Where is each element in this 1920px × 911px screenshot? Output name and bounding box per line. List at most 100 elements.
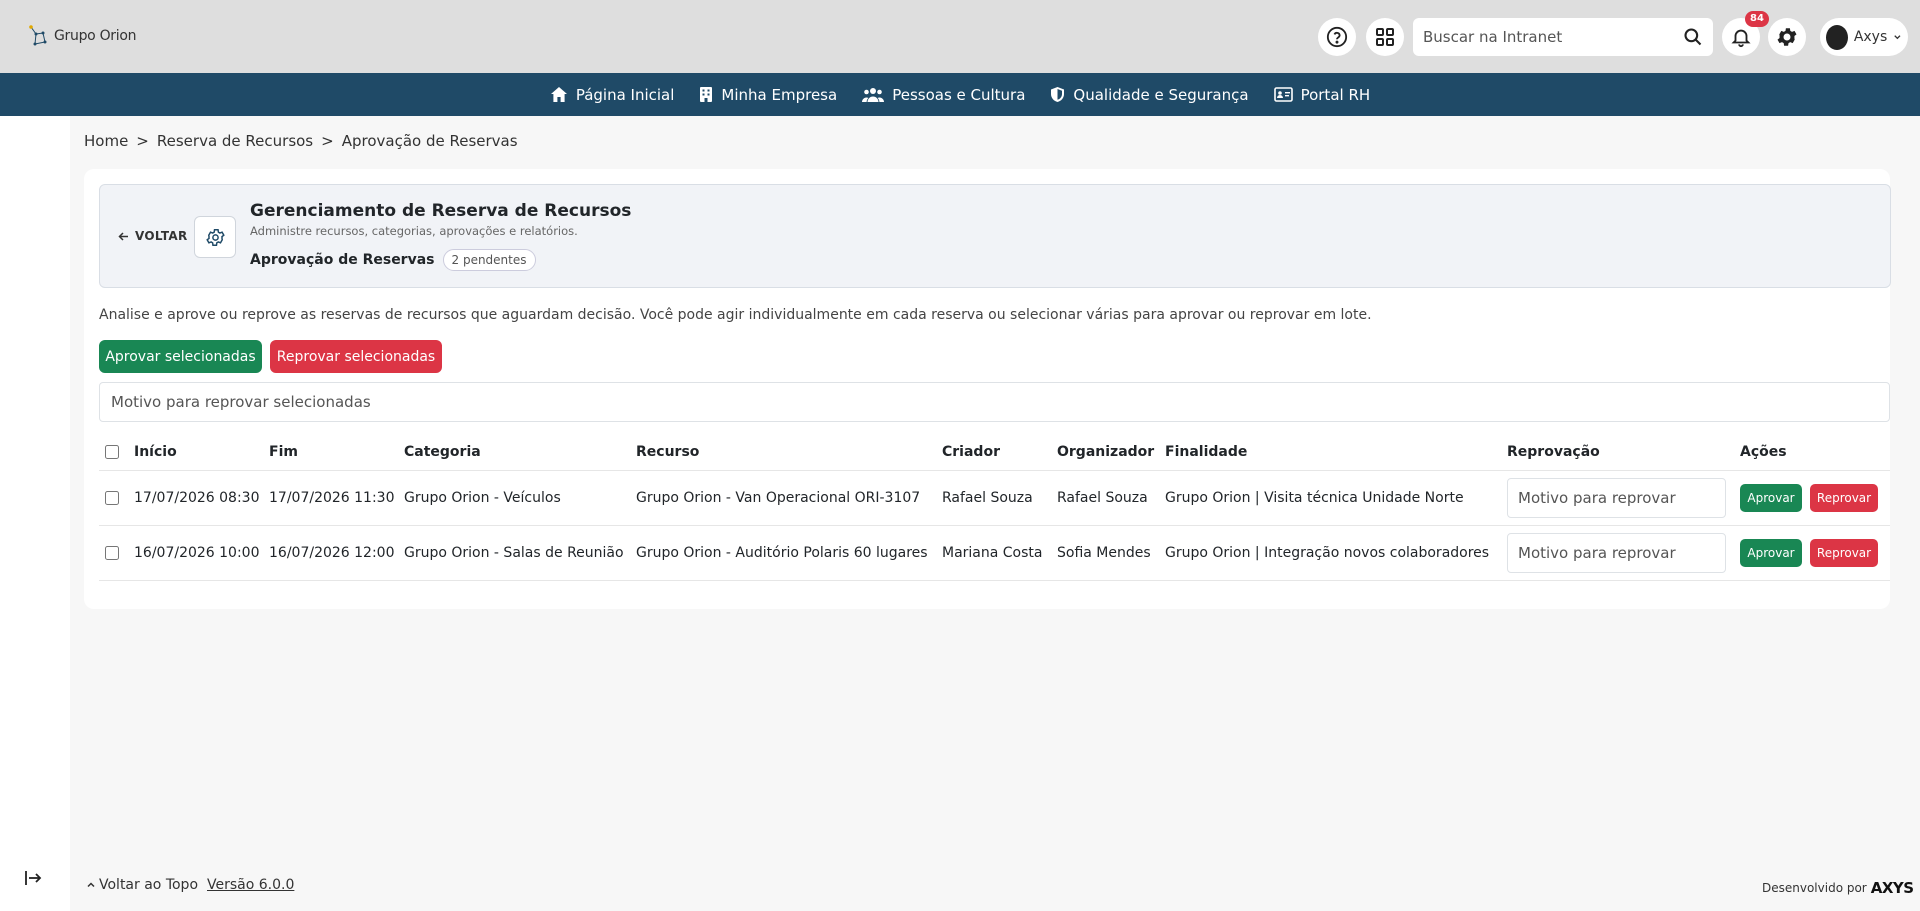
- cell-reprovacao: [1507, 471, 1726, 525]
- back-to-top-label: Voltar ao Topo: [99, 877, 199, 893]
- approve-selected-button[interactable]: Aprovar selecionadas: [99, 340, 262, 373]
- breadcrumb-home[interactable]: Home: [84, 132, 128, 150]
- search-box: [1413, 18, 1713, 56]
- breadcrumb-separator: >: [136, 132, 149, 150]
- cell-acoes: Aprovar Reprovar: [1740, 526, 1878, 580]
- column-header-criador[interactable]: Criador: [942, 434, 1000, 470]
- id-card-icon: [1273, 87, 1293, 102]
- logo-text: Grupo Orion: [54, 28, 137, 44]
- apps-grid-button[interactable]: [1366, 18, 1404, 56]
- expand-sidebar-icon[interactable]: [23, 868, 43, 888]
- pending-badge: 2 pendentes: [442, 249, 536, 271]
- column-header-reprovacao: Reprovação: [1507, 444, 1600, 460]
- module-icon-box: [194, 216, 236, 258]
- people-icon: [862, 87, 885, 102]
- reject-reason-input[interactable]: [1507, 478, 1726, 518]
- select-all-cell: [105, 434, 119, 470]
- back-to-top-link[interactable]: Voltar ao Topo: [87, 877, 198, 893]
- page-subtitle: Administre recursos, categorias, aprovaç…: [250, 224, 578, 238]
- nav-item-pagina-inicial[interactable]: Página Inicial: [550, 85, 675, 104]
- shield-icon: [1051, 87, 1065, 102]
- page-title: Gerenciamento de Reserva de Recursos: [250, 201, 632, 221]
- chevron-down-icon: [1894, 35, 1901, 40]
- reservations-table: Início Fim Categoria Recurso Criador Org…: [99, 434, 1890, 581]
- settings-button[interactable]: [1768, 18, 1806, 56]
- left-rail: [0, 116, 70, 911]
- table-row: 16/07/2026 10:00 16/07/2026 12:00 Grupo …: [99, 526, 1890, 581]
- column-header-finalidade[interactable]: Finalidade: [1165, 434, 1247, 470]
- cell-criador: Rafael Souza: [942, 490, 1033, 506]
- section-title-text: Aprovação de Reservas: [250, 252, 435, 268]
- notifications-badge: 84: [1745, 11, 1769, 27]
- cell-recurso: Grupo Orion - Auditório Polaris 60 lugar…: [636, 545, 928, 561]
- cell-categoria: Grupo Orion - Veículos: [404, 490, 561, 506]
- cell-inicio: 17/07/2026 08:30: [134, 490, 260, 506]
- column-header-acoes: Ações: [1740, 444, 1787, 460]
- breadcrumb: Home > Reserva de Recursos > Aprovação d…: [84, 132, 518, 150]
- table-row: 17/07/2026 08:30 17/07/2026 11:30 Grupo …: [99, 471, 1890, 526]
- gear-icon: [205, 228, 225, 246]
- row-select-cell: [105, 526, 119, 580]
- column-header-inicio[interactable]: Início: [134, 434, 177, 470]
- avatar: [1826, 24, 1848, 50]
- cell-finalidade: Grupo Orion | Visita técnica Unidade Nor…: [1165, 490, 1464, 506]
- main-navbar: Página Inicial Minha Empresa Pessoas e C…: [0, 73, 1920, 116]
- reject-button[interactable]: Reprovar: [1810, 539, 1878, 567]
- cell-inicio: 16/07/2026 10:00: [134, 545, 260, 561]
- nav-item-pessoas-e-cultura[interactable]: Pessoas e Cultura: [862, 86, 1025, 104]
- nav-item-minha-empresa[interactable]: Minha Empresa: [699, 86, 837, 104]
- nav-item-label: Página Inicial: [575, 85, 675, 104]
- cell-recurso: Grupo Orion - Van Operacional ORI-3107: [636, 490, 921, 506]
- search-icon[interactable]: [1683, 27, 1703, 47]
- reject-button[interactable]: Reprovar: [1810, 484, 1878, 512]
- developed-by-label: Desenvolvido por: [1762, 881, 1867, 895]
- section-title: Aprovação de Reservas 2 pendentes: [250, 249, 536, 271]
- help-button[interactable]: [1318, 18, 1356, 56]
- column-header-organizador[interactable]: Organizador: [1057, 434, 1154, 470]
- back-button[interactable]: VOLTAR: [118, 229, 188, 243]
- row-checkbox[interactable]: [105, 546, 119, 560]
- select-all-checkbox[interactable]: [105, 445, 119, 459]
- company-logo[interactable]: Grupo Orion: [28, 24, 136, 48]
- breadcrumb-current: Aprovação de Reservas: [341, 132, 518, 150]
- question-circle-icon: [1326, 26, 1348, 48]
- cell-fim: 16/07/2026 12:00: [269, 545, 395, 561]
- column-header-fim[interactable]: Fim: [269, 434, 298, 470]
- back-label: VOLTAR: [135, 229, 188, 243]
- cell-categoria: Grupo Orion - Salas de Reunião: [404, 545, 624, 561]
- cell-acoes: Aprovar Reprovar: [1740, 471, 1878, 525]
- developed-by: Desenvolvido por AXYS: [1762, 879, 1914, 897]
- row-select-cell: [105, 471, 119, 525]
- breadcrumb-reserva-de-recursos[interactable]: Reserva de Recursos: [157, 132, 313, 150]
- search-input[interactable]: [1423, 28, 1683, 46]
- column-header-categoria[interactable]: Categoria: [404, 434, 481, 470]
- user-menu[interactable]: Axys: [1820, 18, 1908, 56]
- nav-item-label: Minha Empresa: [721, 85, 838, 104]
- nav-item-qualidade-e-seguranca[interactable]: Qualidade e Segurança: [1050, 86, 1249, 104]
- chevron-up-icon: [87, 882, 95, 888]
- breadcrumb-separator: >: [321, 132, 334, 150]
- table-header-row: Início Fim Categoria Recurso Criador Org…: [99, 434, 1890, 471]
- row-checkbox[interactable]: [105, 491, 119, 505]
- approve-button[interactable]: Aprovar: [1740, 484, 1802, 512]
- reject-selected-button[interactable]: Reprovar selecionadas: [270, 340, 442, 373]
- nav-item-label: Pessoas e Cultura: [892, 85, 1026, 104]
- nav-item-label: Portal RH: [1300, 85, 1371, 104]
- column-header-recurso[interactable]: Recurso: [636, 434, 699, 470]
- top-header: Grupo Orion 84: [0, 0, 1920, 73]
- home-icon: [550, 87, 567, 102]
- reject-reason-input[interactable]: [1507, 533, 1726, 573]
- arrow-left-icon: [118, 231, 128, 241]
- user-name: Axys: [1853, 29, 1888, 45]
- axys-logo[interactable]: AXYS: [1871, 879, 1914, 897]
- approve-button[interactable]: Aprovar: [1740, 539, 1802, 567]
- cell-fim: 17/07/2026 11:30: [269, 490, 395, 506]
- cell-reprovacao: [1507, 526, 1726, 580]
- cell-criador: Mariana Costa: [942, 545, 1043, 561]
- page-header: VOLTAR Gerenciamento de Reserva de Recur…: [99, 184, 1891, 288]
- building-icon: [700, 87, 713, 102]
- version-link[interactable]: Versão 6.0.0: [207, 877, 294, 893]
- reject-selected-reason-input[interactable]: [99, 382, 1890, 422]
- nav-item-portal-rh[interactable]: Portal RH: [1273, 85, 1371, 104]
- grid-icon: [1376, 28, 1394, 46]
